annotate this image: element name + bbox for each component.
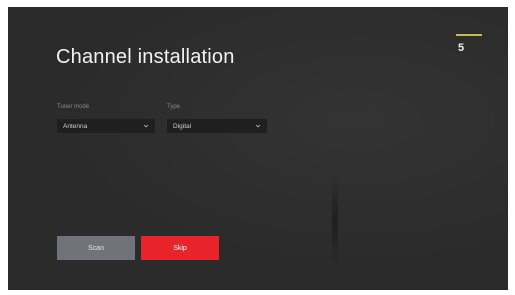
step-number: 5 (458, 42, 465, 54)
chevron-down-icon (255, 124, 261, 128)
type-label: Type (167, 104, 181, 110)
step-progress-bar (456, 34, 482, 36)
type-value: Digital (173, 122, 192, 130)
tuner-mode-value: Antenna (63, 122, 88, 130)
scan-button[interactable]: Scan (57, 236, 135, 260)
background-shadow (332, 177, 338, 267)
chevron-down-icon (143, 124, 149, 128)
tuner-mode-label: Tuner mode (57, 104, 90, 110)
type-select[interactable]: Digital (167, 119, 267, 133)
skip-button-label: Skip (173, 244, 187, 252)
page-title: Channel installation (56, 46, 235, 68)
scan-button-label: Scan (88, 244, 104, 252)
tv-screen: Channel installation 5 Tuner mode Antenn… (8, 7, 508, 290)
step-indicator: 5 (456, 34, 482, 64)
skip-button[interactable]: Skip (141, 236, 219, 260)
tuner-mode-select[interactable]: Antenna (57, 119, 155, 133)
